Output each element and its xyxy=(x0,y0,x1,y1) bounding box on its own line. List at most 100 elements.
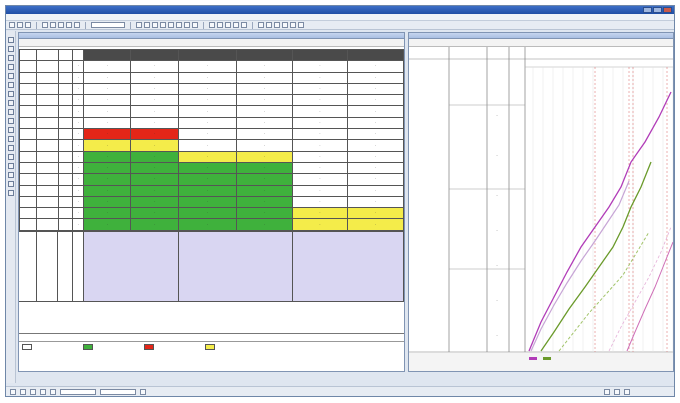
progress-cell[interactable]: · xyxy=(130,71,180,84)
progress-cell[interactable] xyxy=(178,48,238,62)
progress-cell[interactable]: · xyxy=(236,207,293,220)
progress-cell[interactable]: · xyxy=(291,207,349,220)
new-icon[interactable] xyxy=(9,22,15,28)
progress-cell[interactable] xyxy=(291,48,349,62)
maximize-icon[interactable] xyxy=(653,7,662,13)
help-icon[interactable] xyxy=(241,22,247,28)
refresh-icon[interactable] xyxy=(274,22,280,28)
progress-cell[interactable]: · xyxy=(291,218,349,231)
progress-cell[interactable]: · xyxy=(347,195,404,209)
progress-cell[interactable]: · xyxy=(83,150,132,163)
progress-cell[interactable]: · xyxy=(83,116,132,130)
print-icon[interactable] xyxy=(192,22,198,28)
chart-icon[interactable] xyxy=(176,22,182,28)
progress-cell[interactable]: · xyxy=(178,82,238,96)
next-page-icon[interactable] xyxy=(30,388,36,395)
progress-cell[interactable]: · xyxy=(178,173,238,186)
table-row[interactable]: · · · · · · · xyxy=(19,60,404,73)
progress-cell[interactable]: · xyxy=(291,173,349,186)
check-icon[interactable] xyxy=(604,388,610,395)
progress-cell[interactable]: · xyxy=(83,82,132,96)
calendar-icon[interactable] xyxy=(140,388,146,395)
progress-cell[interactable]: · xyxy=(236,82,293,96)
merge-icon[interactable] xyxy=(8,73,14,79)
status-field[interactable] xyxy=(100,388,136,395)
progress-cell[interactable]: · xyxy=(347,184,404,197)
info-icon[interactable] xyxy=(624,388,630,395)
progress-cell[interactable]: · xyxy=(178,105,238,118)
text-icon[interactable] xyxy=(8,118,14,124)
calendar-icon[interactable] xyxy=(8,145,14,151)
grid-icon[interactable] xyxy=(168,22,174,28)
zoom-in-icon[interactable] xyxy=(136,22,142,28)
save-icon[interactable] xyxy=(25,22,31,28)
progress-cell[interactable]: · xyxy=(130,60,180,73)
progress-cell[interactable]: · xyxy=(291,150,349,163)
zoom-icon[interactable] xyxy=(8,181,14,187)
cut-icon[interactable] xyxy=(58,22,64,28)
progress-cell[interactable]: · xyxy=(236,71,293,84)
first-page-icon[interactable] xyxy=(10,388,16,395)
progress-cell[interactable]: · xyxy=(236,184,293,197)
prev-page-icon[interactable] xyxy=(20,388,26,395)
progress-cell[interactable]: · xyxy=(83,207,132,220)
table-row[interactable]: · · · · · · · xyxy=(19,105,404,118)
progress-cell[interactable]: · xyxy=(347,60,404,73)
progress-cell[interactable]: · xyxy=(347,82,404,96)
progress-cell[interactable]: · xyxy=(236,150,293,163)
progress-cell[interactable]: · xyxy=(83,139,132,152)
progress-cell[interactable]: · xyxy=(83,71,132,84)
progress-cell[interactable]: · xyxy=(236,173,293,186)
table-row[interactable]: · · · · · · · xyxy=(19,94,404,107)
progress-cell[interactable]: · xyxy=(347,218,404,231)
progress-cell[interactable]: · xyxy=(83,195,132,209)
progress-cell[interactable]: · xyxy=(236,161,293,175)
progress-cell[interactable]: · xyxy=(291,116,349,130)
progress-cell[interactable]: · xyxy=(236,218,293,231)
minimize-icon[interactable] xyxy=(643,7,652,13)
paste-icon[interactable] xyxy=(74,22,80,28)
select-icon[interactable] xyxy=(160,22,166,28)
progress-cell[interactable]: · xyxy=(130,218,180,231)
activity-description-1[interactable] xyxy=(82,230,180,302)
zoom-out-icon[interactable] xyxy=(144,22,150,28)
pencil-icon[interactable] xyxy=(8,46,14,52)
progress-cell[interactable] xyxy=(347,48,404,62)
progress-cell[interactable]: · xyxy=(291,139,349,152)
progress-cell[interactable]: · xyxy=(130,94,180,107)
progress-cell[interactable]: · xyxy=(236,60,293,73)
arrow-right-icon[interactable] xyxy=(266,22,272,28)
redo-icon[interactable] xyxy=(50,22,56,28)
undo-icon[interactable] xyxy=(42,22,48,28)
progress-cell[interactable]: · xyxy=(83,218,132,231)
progress-cell[interactable]: · xyxy=(83,173,132,186)
pointer-icon[interactable] xyxy=(8,37,14,43)
progress-cell[interactable]: · xyxy=(291,184,349,197)
flag-icon[interactable] xyxy=(8,109,14,115)
progress-cell[interactable]: · xyxy=(178,195,238,209)
settings-icon[interactable] xyxy=(233,22,239,28)
progress-cell[interactable]: · xyxy=(130,116,180,130)
progress-cell[interactable]: · xyxy=(291,60,349,73)
progress-cell[interactable]: · xyxy=(347,71,404,84)
arrow-left-icon[interactable] xyxy=(258,22,264,28)
progress-cell[interactable]: · xyxy=(130,184,180,197)
table-row[interactable]: · · · · · · · xyxy=(19,128,404,141)
progress-cell[interactable]: · xyxy=(178,94,238,107)
progress-cell[interactable]: · xyxy=(83,94,132,107)
progress-cell[interactable]: · xyxy=(178,116,238,130)
filter-icon[interactable] xyxy=(184,22,190,28)
warning-icon[interactable] xyxy=(614,388,620,395)
table-row[interactable]: · · · · · · · xyxy=(19,207,404,220)
table-row[interactable]: · · · · · · · xyxy=(19,82,404,96)
progress-cell[interactable]: · xyxy=(347,207,404,220)
sort-icon[interactable] xyxy=(8,172,14,178)
progress-cell[interactable] xyxy=(130,48,180,62)
table-row[interactable]: · · · · · · · xyxy=(19,139,404,152)
progress-cell[interactable]: · xyxy=(130,128,180,141)
progress-cell[interactable] xyxy=(83,48,132,62)
export-icon[interactable] xyxy=(298,22,304,28)
view-selector[interactable] xyxy=(91,22,125,28)
progress-cell[interactable]: · xyxy=(130,173,180,186)
progress-cell[interactable]: · xyxy=(236,116,293,130)
